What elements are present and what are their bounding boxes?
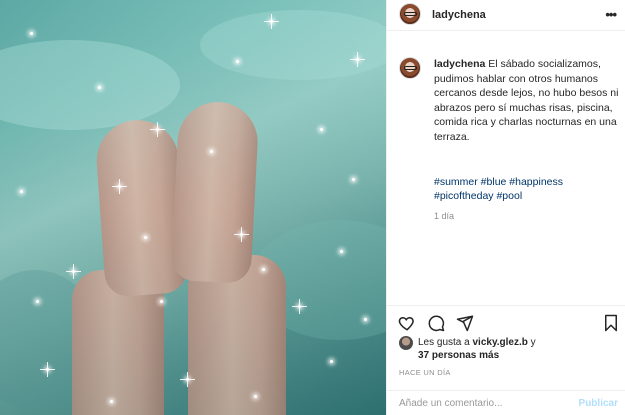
sparkle xyxy=(20,190,23,193)
water-overlay xyxy=(0,0,386,415)
avatar-glasses xyxy=(404,66,417,70)
heart-icon[interactable] xyxy=(398,314,416,332)
post-photo[interactable] xyxy=(0,0,386,415)
sparkle xyxy=(30,32,33,35)
sparkle xyxy=(40,362,55,377)
sparkle xyxy=(210,150,213,153)
comment-icon[interactable] xyxy=(427,314,445,332)
sparkle xyxy=(144,236,147,239)
sparkle xyxy=(340,250,343,253)
caption-avatar[interactable] xyxy=(399,57,421,79)
caption-body: El sábado socializamos, pudimos hablar c… xyxy=(434,58,619,143)
comment-input[interactable] xyxy=(399,396,559,411)
sparkle xyxy=(330,360,333,363)
sparkle xyxy=(110,400,113,403)
sparkle xyxy=(350,52,365,67)
share-icon[interactable] xyxy=(456,314,474,332)
more-icon[interactable]: ••• xyxy=(605,7,617,22)
sparkle xyxy=(262,268,265,271)
avatar-glasses xyxy=(404,12,417,16)
sparkle xyxy=(98,86,101,89)
sparkle xyxy=(160,300,163,303)
hashtag-line[interactable]: #summer #blue #happiness xyxy=(434,175,619,189)
username-link[interactable]: ladychena xyxy=(432,9,486,21)
sparkle xyxy=(264,14,279,29)
instagram-post: ladychena ••• ladychena El sábado social… xyxy=(0,0,625,415)
caption-age: 1 día xyxy=(434,211,455,221)
likes-count-link[interactable]: 37 personas más xyxy=(418,349,499,362)
avatar[interactable] xyxy=(399,3,421,25)
hashtag-line[interactable]: #picoftheday #pool xyxy=(434,189,619,203)
liker-username[interactable]: vicky.glez.b xyxy=(472,337,527,348)
bookmark-icon[interactable] xyxy=(602,314,620,332)
sparkle xyxy=(364,318,367,321)
post-side-panel: ladychena ••• ladychena El sábado social… xyxy=(386,0,625,415)
sparkle xyxy=(320,128,323,131)
sparkle xyxy=(150,122,165,137)
liker-avatar[interactable] xyxy=(399,336,413,350)
sparkle xyxy=(254,395,257,398)
sparkle xyxy=(36,300,39,303)
likes-line-1: Les gusta a vicky.glez.b y xyxy=(418,336,536,349)
sparkle xyxy=(180,372,195,387)
caption-username[interactable]: ladychena xyxy=(434,58,485,70)
caption-text: ladychena El sábado socializamos, pudimo… xyxy=(434,57,619,145)
hashtags: #summer #blue #happiness #picoftheday #p… xyxy=(434,175,619,203)
sparkle xyxy=(234,227,249,242)
sparkle xyxy=(66,264,81,279)
sparkle xyxy=(236,60,239,63)
likes-prefix: Les gusta a xyxy=(418,337,473,348)
comment-bar: Publicar xyxy=(387,390,625,415)
action-bar xyxy=(387,305,625,335)
sparkle xyxy=(292,299,307,314)
likes-suffix: y xyxy=(527,337,536,348)
post-timestamp[interactable]: HACE UN DÍA xyxy=(399,368,451,377)
publish-button[interactable]: Publicar xyxy=(579,398,618,409)
sparkle xyxy=(352,178,355,181)
sparkle xyxy=(112,179,127,194)
post-header: ladychena ••• xyxy=(387,0,625,31)
